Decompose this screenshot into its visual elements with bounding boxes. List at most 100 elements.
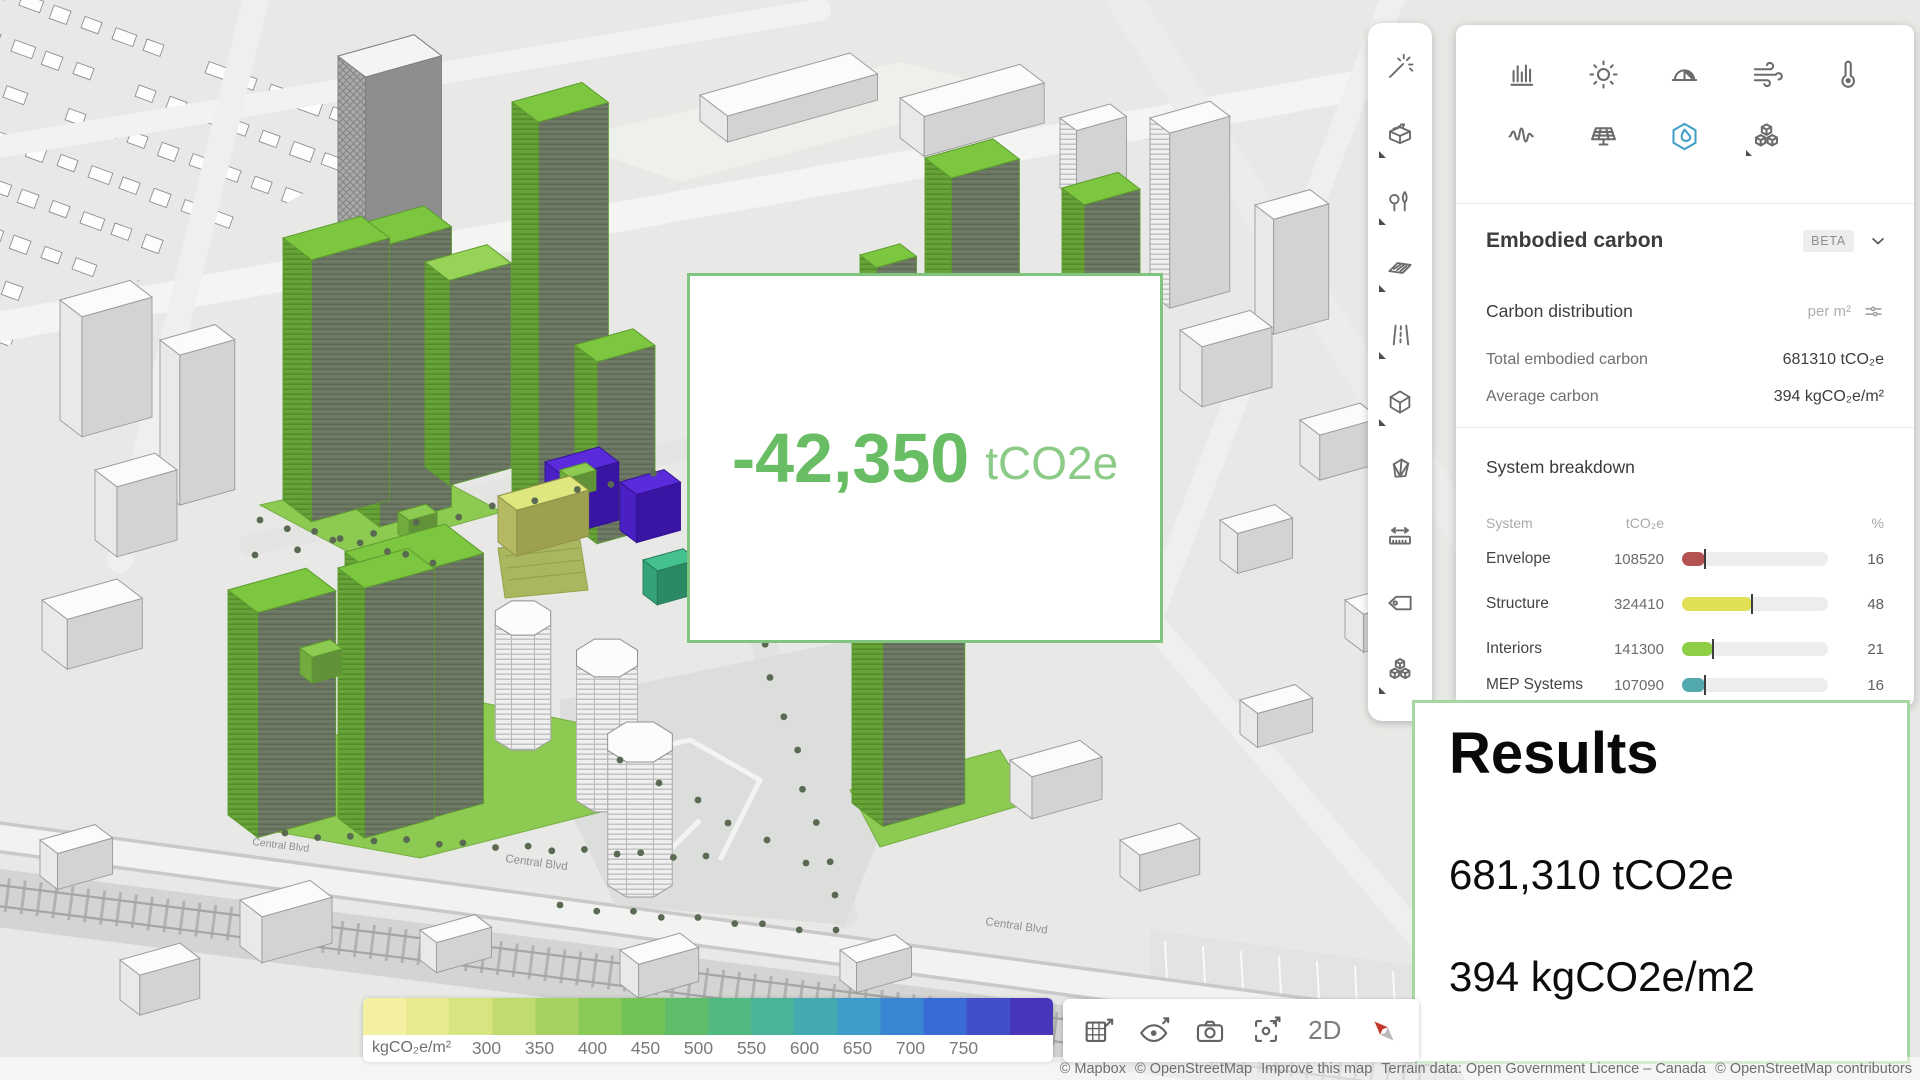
- system-bar-tick: [1751, 594, 1753, 614]
- statistics-icon: [1506, 58, 1539, 91]
- column-header-system: System: [1486, 515, 1533, 531]
- system-percent-value: 48: [1867, 596, 1884, 613]
- visibility-button[interactable]: [1137, 1013, 1172, 1049]
- recenter-button[interactable]: [1249, 1013, 1284, 1049]
- legend-tick-450: 450: [619, 1038, 672, 1059]
- system-name: Interiors: [1486, 641, 1594, 657]
- panel-divider: [1456, 203, 1914, 204]
- breakdown-row-interiors: Interiors14130021: [1486, 639, 1884, 677]
- tool-building-block-button[interactable]: [1368, 100, 1432, 167]
- system-percent-value: 16: [1867, 677, 1884, 694]
- analysis-solar-energy-button[interactable]: [1581, 113, 1627, 159]
- panel-header: Embodied carbon BETA: [1486, 229, 1888, 253]
- analysis-panel: Embodied carbon BETA Carbon distribution…: [1456, 25, 1914, 707]
- legend-tick-600: 600: [778, 1038, 831, 1059]
- sun-study-icon: [1587, 58, 1620, 91]
- system-tco2e-value: 324410: [1598, 596, 1664, 613]
- panel-title: Embodied carbon: [1486, 229, 1803, 253]
- analysis-sun-study-button[interactable]: [1581, 51, 1627, 97]
- zone-surface-icon: [1385, 253, 1415, 283]
- tool-cube-button[interactable]: [1368, 368, 1432, 435]
- legend-tick-400: 400: [566, 1038, 619, 1059]
- tools-sidebar: [1368, 23, 1432, 721]
- column-header-percent: %: [1872, 515, 1884, 531]
- system-bar-track: [1682, 552, 1828, 566]
- system-bar-fill: [1682, 597, 1752, 611]
- tool-measure-button[interactable]: [1368, 502, 1432, 569]
- tool-label-tag-button[interactable]: [1368, 569, 1432, 636]
- system-name: Envelope: [1486, 551, 1594, 567]
- building-block-icon: [1385, 119, 1415, 149]
- camera-icon: [1193, 1014, 1227, 1048]
- cube-icon: [1385, 387, 1415, 417]
- total-carbon-label: Total embodied carbon: [1486, 351, 1783, 369]
- legend-tick-500: 500: [672, 1038, 725, 1059]
- materials-icon: [1750, 120, 1783, 153]
- area-select-button[interactable]: [1081, 1013, 1116, 1049]
- breakdown-row-envelope: Envelope108520 16: [1486, 549, 1884, 587]
- embodied-carbon-icon: [1668, 120, 1701, 153]
- results-callout: Results 681,310 tCO2e 394 kgCO2e/m2: [1412, 700, 1910, 1064]
- system-bar-fill: [1682, 552, 1705, 566]
- app-window: Central BlvdCentral BlvdCentral Blvd Emb…: [0, 0, 1920, 1080]
- analysis-materials-button[interactable]: [1743, 113, 1789, 159]
- analysis-wind-button[interactable]: [1743, 51, 1789, 97]
- tool-zone-surface-button[interactable]: [1368, 234, 1432, 301]
- noise-icon: [1506, 120, 1539, 153]
- results-average-value: 394 kgCO2e/m2: [1449, 953, 1907, 1001]
- attribution-text: Terrain data: Open Government Licence – …: [1381, 1061, 1706, 1077]
- system-tco2e-value: 108520: [1598, 551, 1664, 568]
- attribution-text: © Mapbox: [1060, 1061, 1126, 1077]
- chevron-down-icon[interactable]: [1868, 231, 1888, 251]
- column-header-tco2e: tCO₂e: [1598, 515, 1664, 531]
- distribution-unit-value: per m²: [1808, 303, 1851, 320]
- system-tco2e-value: 141300: [1598, 641, 1664, 658]
- system-bar-tick: [1712, 639, 1714, 659]
- legend-tick-700: 700: [884, 1038, 937, 1059]
- system-name: MEP Systems: [1486, 677, 1594, 693]
- system-bar-tick: [1704, 549, 1706, 569]
- analysis-embodied-carbon-button[interactable]: [1662, 113, 1708, 159]
- tool-magic-wand-button[interactable]: [1368, 33, 1432, 100]
- savings-unit: tCO2e: [985, 426, 1118, 490]
- improve-map-link[interactable]: Improve this map: [1261, 1061, 1372, 1077]
- results-total-value: 681,310 tCO2e: [1449, 851, 1907, 899]
- measure-icon: [1385, 521, 1415, 551]
- legend-gradient: [363, 998, 1053, 1035]
- system-percent-value: 16: [1867, 551, 1884, 568]
- system-bar-track: [1682, 678, 1828, 692]
- compass-button[interactable]: [1366, 1013, 1401, 1049]
- map-attribution: © Mapbox © OpenStreetMap Improve this map T…: [0, 1057, 1920, 1080]
- volume-prism-icon: [1385, 454, 1415, 484]
- analysis-tools-grid: [1482, 51, 1888, 159]
- panel-divider: [1456, 427, 1914, 428]
- breakdown-row-structure: Structure324410 48: [1486, 594, 1884, 632]
- analysis-statistics-button[interactable]: [1500, 51, 1546, 97]
- system-bar-fill: [1682, 642, 1713, 656]
- analysis-thermal-button[interactable]: [1824, 51, 1870, 97]
- analysis-daylight-dome-button[interactable]: [1662, 51, 1708, 97]
- carbon-savings-callout: -42,350 tCO2e: [687, 273, 1163, 643]
- beta-badge: BETA: [1803, 230, 1854, 252]
- tool-volume-prism-button[interactable]: [1368, 435, 1432, 502]
- camera-button[interactable]: [1193, 1013, 1228, 1049]
- legend-tick-350: 350: [513, 1038, 566, 1059]
- legend-unit-label: kgCO₂e/m²: [372, 1039, 460, 1057]
- tool-vegetation-button[interactable]: [1368, 167, 1432, 234]
- system-name: Structure: [1486, 596, 1594, 612]
- visibility-icon: [1137, 1014, 1171, 1048]
- tool-road-button[interactable]: [1368, 301, 1432, 368]
- attribution-text: © OpenStreetMap: [1135, 1061, 1252, 1077]
- filter-sliders-icon[interactable]: [1863, 301, 1884, 322]
- legend-tick-750: 750: [937, 1038, 990, 1059]
- vegetation-icon: [1385, 186, 1415, 216]
- label-tag-icon: [1385, 588, 1415, 618]
- tool-blocks-button[interactable]: [1368, 636, 1432, 703]
- analysis-noise-button[interactable]: [1500, 113, 1546, 159]
- legend-tick-650: 650: [831, 1038, 884, 1059]
- results-title: Results: [1449, 719, 1907, 789]
- system-bar-tick: [1704, 675, 1706, 695]
- system-breakdown-header: System tCO₂e %: [1486, 515, 1884, 533]
- mode-2d-button[interactable]: 2D: [1304, 1015, 1345, 1046]
- system-tco2e-value: 107090: [1598, 677, 1664, 694]
